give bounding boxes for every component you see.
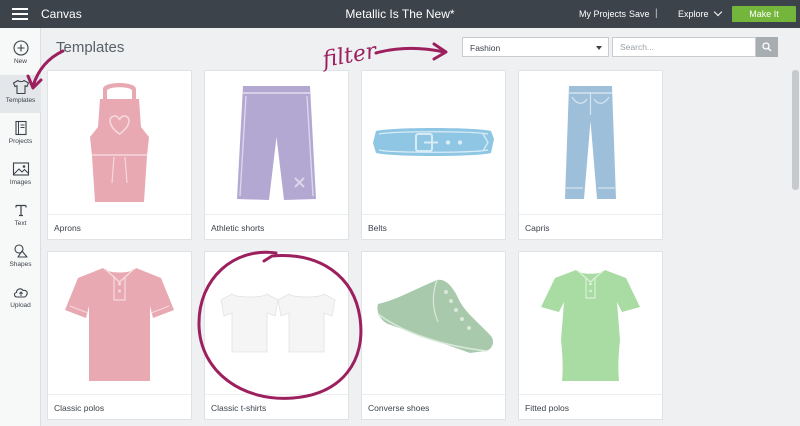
sidebar-item-text[interactable]: Text	[0, 198, 41, 236]
athletic-shorts-illustration	[205, 71, 348, 214]
notebook-icon	[14, 120, 27, 136]
sidebar-item-shapes[interactable]: Shapes	[0, 239, 41, 277]
nav-separator: |	[655, 8, 658, 19]
template-card-capris[interactable]: Capris	[518, 70, 663, 240]
sidebar-item-label: Text	[14, 220, 27, 227]
sidebar-item-new[interactable]: New	[0, 36, 41, 74]
handwritten-filter-note: filter	[319, 39, 380, 74]
top-bar: Canvas Metallic Is The New* My Projects …	[0, 0, 800, 28]
tshirt-icon	[12, 79, 29, 95]
sidebar-item-label: Templates	[5, 97, 36, 104]
scrollbar-thumb[interactable]	[792, 70, 799, 190]
sidebar-item-label: Upload	[10, 302, 31, 309]
sidebar: New Templates Projects Images Text Shape…	[0, 28, 41, 426]
save-link[interactable]: Save	[629, 9, 650, 19]
filter-value: Fashion	[470, 43, 501, 53]
sidebar-item-label: Images	[9, 179, 32, 186]
classic-t-shirts-illustration	[205, 252, 348, 395]
text-t-icon	[14, 204, 27, 217]
plus-circle-icon	[12, 40, 29, 56]
template-card-fitted-polos[interactable]: Fitted polos	[518, 251, 663, 420]
sidebar-item-upload[interactable]: Upload	[0, 280, 41, 318]
explore-menu[interactable]: Explore	[678, 7, 722, 19]
search-button[interactable]	[756, 37, 778, 57]
sidebar-item-label: Shapes	[9, 261, 32, 268]
template-card-athletic-shorts[interactable]: Athletic shorts	[204, 70, 349, 240]
make-it-button[interactable]: Make It	[732, 6, 796, 22]
template-card-belts[interactable]: Belts	[361, 70, 506, 240]
caret-down-icon	[596, 46, 602, 50]
fitted-polo-illustration	[519, 252, 662, 395]
search-input[interactable]	[612, 37, 756, 57]
template-card-label: Belts	[362, 214, 505, 239]
template-card-label: Classic polos	[48, 394, 191, 419]
sidebar-item-label: New	[13, 58, 27, 65]
template-card-classic-t-shirts[interactable]: Classic t-shirts	[204, 251, 349, 420]
image-icon	[12, 162, 29, 176]
converse-shoe-illustration	[362, 252, 505, 395]
template-card-label: Converse shoes	[362, 394, 505, 419]
menu-icon[interactable]	[12, 8, 28, 20]
template-card-label: Capris	[519, 214, 662, 239]
template-card-label: Classic t-shirts	[205, 394, 348, 419]
cloud-upload-icon	[13, 288, 28, 298]
shapes-icon	[13, 244, 28, 258]
template-card-label: Fitted polos	[519, 394, 662, 419]
app-name: Canvas	[41, 7, 82, 21]
my-projects-link[interactable]: My Projects	[579, 9, 626, 19]
template-card-classic-polos[interactable]: Classic polos	[47, 251, 192, 420]
sidebar-item-label: Projects	[8, 138, 33, 145]
category-filter-select[interactable]: Fashion	[462, 37, 609, 57]
template-card-label: Aprons	[48, 214, 191, 239]
template-card-label: Athletic shorts	[205, 214, 348, 239]
classic-polo-illustration	[48, 252, 191, 395]
capris-illustration	[519, 71, 662, 214]
template-card-converse-shoes[interactable]: Converse shoes	[361, 251, 506, 420]
sidebar-item-templates[interactable]: Templates	[0, 75, 41, 113]
sidebar-item-images[interactable]: Images	[0, 157, 41, 195]
search-icon	[762, 42, 772, 52]
explore-label: Explore	[678, 9, 709, 19]
apron-illustration	[48, 71, 191, 214]
belt-illustration	[362, 71, 505, 214]
page-title: Templates	[56, 39, 125, 56]
template-card-aprons[interactable]: Aprons	[47, 70, 192, 240]
sidebar-item-projects[interactable]: Projects	[0, 116, 41, 154]
chevron-down-icon	[713, 7, 722, 17]
